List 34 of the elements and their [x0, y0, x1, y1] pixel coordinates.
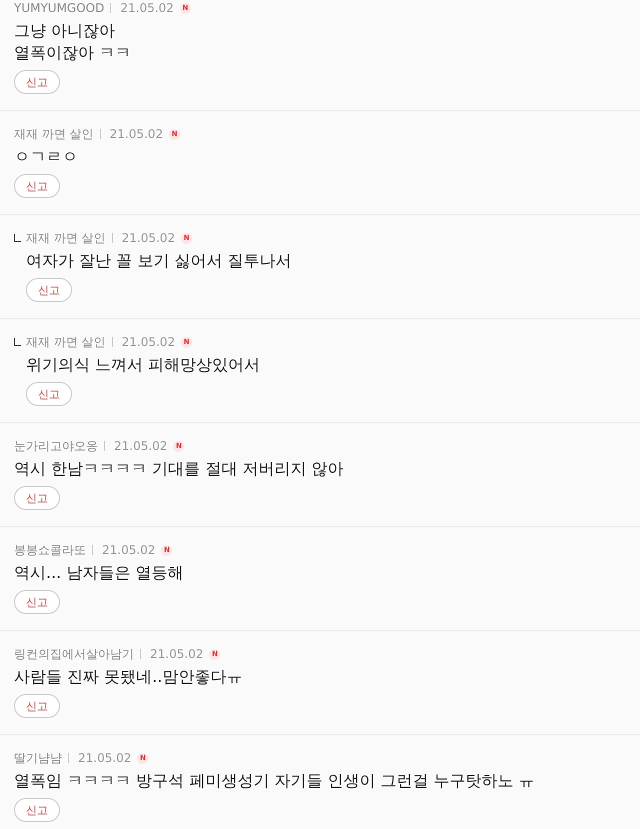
report-button[interactable]: 신고	[14, 486, 60, 510]
comment-text: 역시 한남ㅋㅋㅋㅋ 기대를 절대 저버리지 않아	[14, 458, 344, 480]
comment-date: 21.05.02	[122, 231, 176, 245]
report-button[interactable]: 신고	[14, 70, 60, 94]
author-name: 링컨의집에서살아남기	[14, 646, 134, 662]
author-name: 재재 까면 살인	[14, 126, 94, 142]
comment-text: 그냥 아니잖아 열폭이잖아 ㅋㅋ	[14, 20, 132, 64]
author-name: 눈가리고야오옹	[14, 438, 98, 454]
author-name: YUMYUMGOOD	[14, 1, 104, 15]
report-button[interactable]: 신고	[26, 278, 72, 302]
comment-text: 위기의식 느껴서 피해망상있어서	[26, 354, 262, 376]
comment-date: 21.05.02	[150, 647, 204, 661]
comment-date: 21.05.02	[122, 335, 176, 349]
comment-text: 역시... 남자들은 열등해	[14, 562, 184, 584]
report-button[interactable]: 신고	[26, 382, 72, 406]
comment-date: 21.05.02	[78, 751, 132, 765]
comment-date: 21.05.02	[120, 1, 174, 15]
comment-date: 21.05.02	[102, 543, 156, 557]
report-button[interactable]: 신고	[14, 694, 60, 718]
report-button[interactable]: 신고	[14, 590, 60, 614]
reply-icon	[14, 338, 21, 346]
author-name: 재재 까면 살인	[26, 334, 106, 350]
report-button[interactable]: 신고	[14, 798, 60, 822]
comment-text: 여자가 잘난 꼴 보기 싫어서 질투나서	[26, 250, 292, 272]
comment-date: 21.05.02	[114, 439, 168, 453]
report-button[interactable]: 신고	[14, 174, 60, 198]
comment-date: 21.05.02	[110, 127, 164, 141]
comment-text: 사람들 진짜 못됐네..맘안좋다ㅠ	[14, 666, 244, 688]
reply-icon	[14, 234, 21, 242]
author-name: 봉봉쇼콜라또	[14, 542, 86, 558]
author-name: 딸기냠냠	[14, 750, 62, 766]
author-name: 재재 까면 살인	[26, 230, 106, 246]
comment-text: ㅇㄱㄹㅇ	[14, 146, 79, 168]
comment-text: 열폭임 ㅋㅋㅋㅋ 방구석 페미생성기 자기들 인생이 그런걸 누구탓하노 ㅠ	[14, 770, 536, 792]
